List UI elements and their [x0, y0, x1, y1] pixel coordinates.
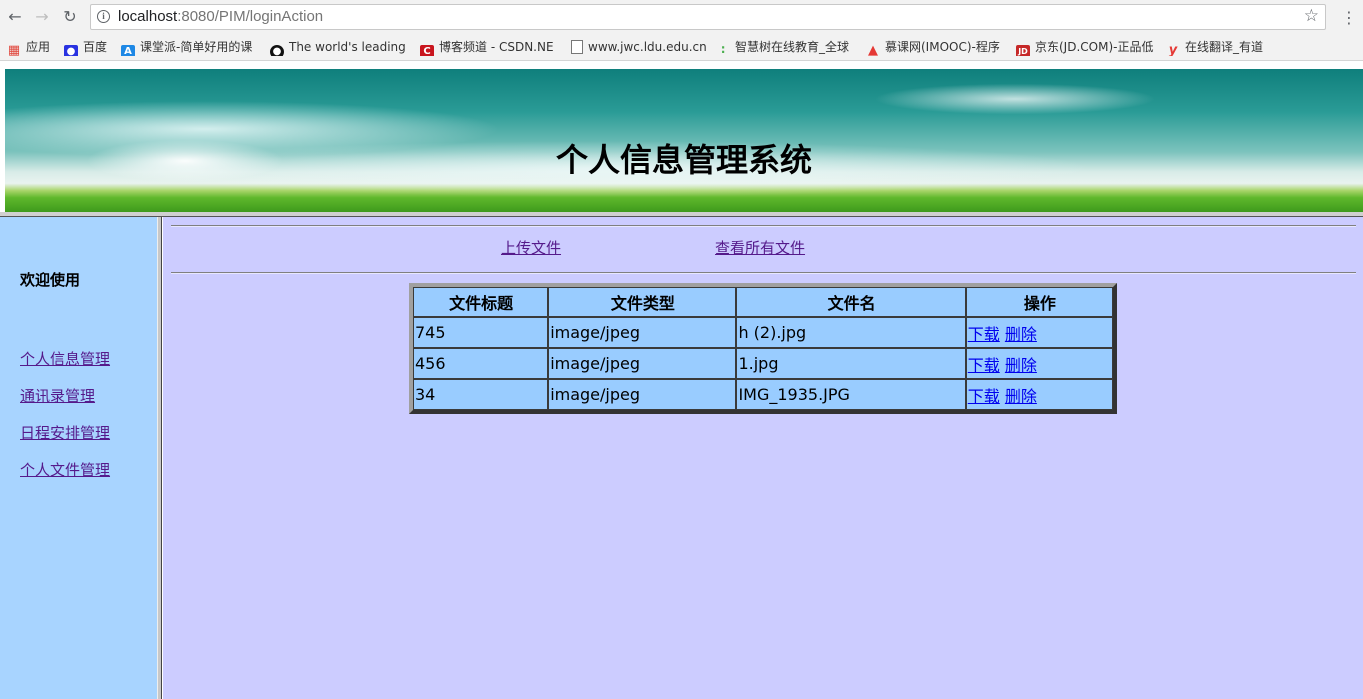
- cell-actions: 下载 删除: [965, 379, 1113, 410]
- cell-type: image/jpeg: [548, 379, 737, 410]
- bookmark-label: The world's leading: [289, 40, 406, 54]
- ketangpai-icon: A: [121, 45, 135, 56]
- download-link[interactable]: 下载: [968, 325, 1000, 344]
- delete-link[interactable]: 删除: [1005, 356, 1037, 375]
- bookmarks-bar: ▦ 应用 ● 百度 A 课堂派-简单好用的课 ● The world's leading…: [0, 35, 1363, 61]
- bookmark-label: 百度: [83, 40, 108, 54]
- bookmark-item[interactable]: JD 京东(JD.COM)-正品低: [1016, 39, 1156, 56]
- column-header-type: 文件类型: [548, 287, 737, 317]
- view-all-files-link[interactable]: 查看所有文件: [715, 237, 805, 258]
- csdn-icon: C: [420, 45, 434, 56]
- delete-link[interactable]: 删除: [1005, 387, 1037, 406]
- browser-toolbar: ← → ↻ i localhost:8080/PIM/loginAction ☆…: [0, 0, 1363, 35]
- bookmark-item[interactable]: y 在线翻译_有道: [1166, 39, 1286, 56]
- youdao-icon: y: [1168, 43, 1178, 57]
- zhihuishu-icon: ∶: [721, 43, 725, 56]
- bookmark-label: 在线翻译_有道: [1185, 40, 1264, 54]
- horizontal-rule: [171, 225, 1356, 227]
- bookmark-item[interactable]: ∶ 智慧树在线教育_全球: [716, 39, 856, 56]
- cell-title: 34: [413, 379, 549, 410]
- bookmark-item[interactable]: www.jwc.ldu.edu.cn: [571, 39, 711, 56]
- bookmark-item[interactable]: ● The world's leading: [270, 39, 410, 56]
- github-icon: ●: [270, 45, 284, 56]
- cell-title: 745: [413, 317, 549, 348]
- bookmark-item[interactable]: A 课堂派-简单好用的课: [121, 39, 261, 56]
- cell-type: image/jpeg: [548, 348, 737, 379]
- delete-link[interactable]: 删除: [1005, 325, 1037, 344]
- cell-filename: 1.jpg: [736, 348, 966, 379]
- column-header-title: 文件标题: [413, 287, 549, 317]
- upload-file-link[interactable]: 上传文件: [501, 237, 561, 258]
- cell-title: 456: [413, 348, 549, 379]
- sidebar-item-schedule[interactable]: 日程安排管理: [20, 422, 110, 443]
- table-row: 34 image/jpeg IMG_1935.JPG 下载 删除: [413, 379, 1113, 410]
- column-header-actions: 操作: [965, 287, 1113, 317]
- info-icon[interactable]: i: [97, 10, 110, 23]
- sidebar-item-contacts[interactable]: 通讯录管理: [20, 385, 95, 406]
- forward-arrow-icon[interactable]: →: [33, 8, 51, 26]
- imooc-flame-icon: ▲: [868, 43, 878, 57]
- bookmark-label: 课堂派-简单好用的课: [140, 40, 253, 54]
- table-header-row: 文件标题 文件类型 文件名 操作: [413, 287, 1113, 317]
- main-content: 上传文件 查看所有文件 文件标题 文件类型 文件名 操作 745 image/j…: [163, 217, 1363, 699]
- horizontal-rule: [171, 272, 1356, 274]
- cell-actions: 下载 删除: [965, 348, 1113, 379]
- apps-grid-icon: ▦: [7, 43, 21, 57]
- frame-divider[interactable]: [157, 217, 162, 699]
- bookmark-item[interactable]: C 博客频道 - CSDN.NE: [420, 39, 560, 56]
- welcome-text: 欢迎使用: [20, 271, 81, 289]
- bookmark-label: www.jwc.ldu.edu.cn: [588, 40, 707, 54]
- header-banner: 个人信息管理系统: [5, 69, 1363, 212]
- browser-menu-icon[interactable]: ⋮: [1341, 9, 1357, 27]
- cell-filename: IMG_1935.JPG: [736, 379, 966, 410]
- cell-actions: 下载 删除: [965, 317, 1113, 348]
- sidebar-item-files[interactable]: 个人文件管理: [20, 459, 110, 480]
- files-table: 文件标题 文件类型 文件名 操作 745 image/jpeg h (2).jp…: [409, 283, 1117, 414]
- download-link[interactable]: 下载: [968, 387, 1000, 406]
- bookmark-item[interactable]: ▦ 应用: [7, 39, 57, 56]
- table-row: 745 image/jpeg h (2).jpg 下载 删除: [413, 317, 1113, 348]
- page-icon: [571, 40, 583, 54]
- bookmark-label: 应用: [26, 40, 51, 54]
- bookmark-item[interactable]: ● 百度: [64, 39, 112, 56]
- bookmark-item[interactable]: ▲ 慕课网(IMOOC)-程序: [866, 39, 1006, 56]
- url-text[interactable]: localhost:8080/PIM/loginAction: [118, 8, 323, 25]
- baidu-paw-icon: ●: [64, 45, 78, 56]
- cell-type: image/jpeg: [548, 317, 737, 348]
- bookmark-label: 京东(JD.COM)-正品低: [1035, 40, 1154, 54]
- url-path: :8080/PIM/loginAction: [177, 8, 324, 25]
- table-row: 456 image/jpeg 1.jpg 下载 删除: [413, 348, 1113, 379]
- back-arrow-icon[interactable]: ←: [6, 8, 24, 26]
- reload-icon[interactable]: ↻: [61, 8, 79, 26]
- cell-filename: h (2).jpg: [736, 317, 966, 348]
- download-link[interactable]: 下载: [968, 356, 1000, 375]
- sidebar-item-personal-info[interactable]: 个人信息管理: [20, 348, 110, 369]
- page-title: 个人信息管理系统: [555, 141, 812, 179]
- sidebar: 欢迎使用 个人信息管理 通讯录管理 日程安排管理 个人文件管理: [0, 217, 157, 699]
- column-header-filename: 文件名: [736, 287, 966, 317]
- bookmark-label: 智慧树在线教育_全球: [735, 40, 850, 54]
- bookmark-label: 博客频道 - CSDN.NE: [439, 40, 554, 54]
- address-bar[interactable]: i localhost:8080/PIM/loginAction ☆: [90, 4, 1326, 30]
- jd-icon: JD: [1016, 45, 1030, 56]
- bookmark-label: 慕课网(IMOOC)-程序: [885, 40, 1000, 54]
- url-host: localhost: [118, 8, 178, 25]
- bookmark-star-icon[interactable]: ☆: [1304, 6, 1319, 26]
